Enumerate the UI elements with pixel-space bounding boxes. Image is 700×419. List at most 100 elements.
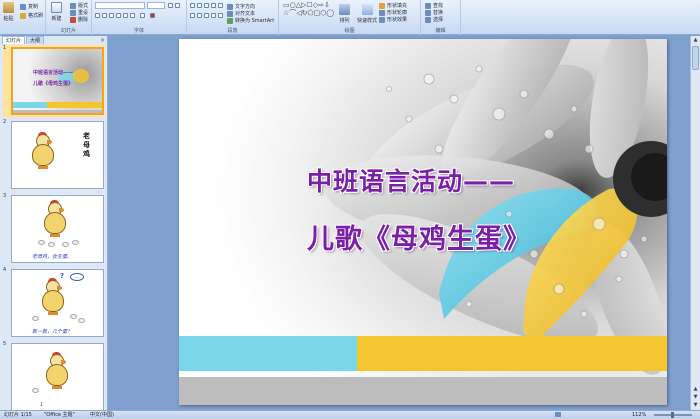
egg bbox=[48, 242, 55, 247]
delete-icon bbox=[70, 16, 76, 23]
tab-slides[interactable]: 幻灯片 bbox=[2, 36, 26, 44]
select-button[interactable]: 选择 bbox=[425, 16, 443, 23]
slide-caption: 数一数，几个蛋？ bbox=[32, 329, 73, 335]
slide-thumbnail-4[interactable]: 4 ? … 数一数，几个蛋？ bbox=[3, 267, 105, 339]
egg bbox=[32, 316, 39, 321]
bold-icon[interactable] bbox=[95, 13, 100, 18]
egg bbox=[32, 388, 39, 393]
slide-thumbnail-1[interactable]: 1 中班语言活动—— 儿歌《母鸡生蛋》 bbox=[3, 45, 105, 117]
slide-number: 3 bbox=[3, 193, 7, 199]
slide-number: 2 bbox=[3, 119, 7, 125]
indent-less-icon[interactable] bbox=[204, 3, 209, 8]
shape-outline-button[interactable]: 形状轮廓 bbox=[379, 9, 407, 16]
italic-icon[interactable] bbox=[102, 13, 107, 18]
copy-button[interactable]: 复制 bbox=[20, 3, 38, 10]
editing-group: 查找 替换 选择 编辑 bbox=[421, 0, 461, 35]
align-right-icon[interactable] bbox=[204, 13, 209, 18]
quick-styles-icon bbox=[361, 4, 373, 15]
layout-icon bbox=[70, 2, 76, 9]
reset-button[interactable]: 重设 bbox=[70, 9, 88, 16]
delete-slide-button[interactable]: 删除 bbox=[70, 16, 88, 23]
shadow-icon[interactable] bbox=[123, 13, 128, 18]
scroll-thumb[interactable] bbox=[692, 46, 699, 70]
new-slide-button[interactable]: 新建 bbox=[51, 2, 62, 22]
paste-icon bbox=[3, 2, 14, 13]
thumbnail-preview: ? … 数一数，几个蛋？ bbox=[11, 269, 104, 337]
slide-title-line2[interactable]: 儿歌《母鸡生蛋》 bbox=[307, 217, 531, 256]
current-slide[interactable]: 中班语言活动—— 儿歌《母鸡生蛋》 bbox=[179, 39, 667, 405]
numbering-icon[interactable] bbox=[197, 3, 202, 8]
vertical-title: 老 母 鸡 bbox=[82, 132, 91, 159]
mini-cyan-bar bbox=[13, 102, 47, 108]
clipboard-group: 粘贴 复制 格式刷 bbox=[0, 0, 46, 35]
slide-number: 1 bbox=[3, 45, 7, 51]
layout-button[interactable]: 版式 bbox=[70, 2, 88, 9]
new-slide-icon bbox=[51, 2, 62, 13]
smartart-button[interactable]: 转换为 SmartArt bbox=[227, 17, 274, 24]
shrink-font-icon[interactable] bbox=[175, 3, 180, 8]
strikethrough-icon[interactable] bbox=[116, 13, 121, 18]
pane-tabs: 幻灯片 大纲 bbox=[2, 36, 45, 44]
slide-number: 4 bbox=[3, 267, 7, 273]
replace-icon bbox=[425, 9, 431, 16]
font-family-select[interactable] bbox=[95, 2, 145, 9]
mini-gray-bar bbox=[13, 110, 102, 113]
text-direction-button[interactable]: 文字方向 bbox=[227, 3, 255, 10]
shape-effects-button[interactable]: 形状效果 bbox=[379, 16, 407, 23]
decorative-yellow-bar bbox=[357, 336, 667, 371]
paste-button[interactable]: 粘贴 bbox=[3, 2, 14, 22]
next-slide-icon[interactable]: ▼ bbox=[692, 394, 699, 401]
language-indicator[interactable]: 中文(中国) bbox=[90, 411, 114, 419]
indent-more-icon[interactable] bbox=[211, 3, 216, 8]
align-left-icon[interactable] bbox=[190, 13, 195, 18]
slide-thumbnail-3[interactable]: 3 老母鸡，会生蛋。 bbox=[3, 193, 105, 265]
scroll-up-icon[interactable]: ▲ bbox=[692, 37, 699, 44]
replace-button[interactable]: 替换 bbox=[425, 9, 443, 16]
slideshow-icon[interactable] bbox=[555, 412, 561, 417]
bullets-icon[interactable] bbox=[190, 3, 195, 8]
smartart-icon bbox=[227, 17, 233, 24]
change-case-icon[interactable] bbox=[140, 13, 145, 18]
shapes-gallery[interactable]: ▭○△▷☐◇⇨⇩ bbox=[283, 2, 330, 9]
spacing-icon[interactable] bbox=[130, 13, 135, 18]
line-spacing-icon[interactable] bbox=[218, 3, 223, 8]
effects-icon bbox=[379, 16, 385, 23]
question-mark: ? bbox=[60, 272, 65, 280]
vertical-scrollbar[interactable]: ▲ ▲ ▼ ▼ bbox=[690, 36, 700, 410]
outline-icon bbox=[379, 9, 385, 16]
arrange-button[interactable]: 排列 bbox=[339, 4, 350, 24]
quick-styles-button[interactable]: 快速样式 bbox=[357, 4, 377, 24]
font-color-icon[interactable] bbox=[150, 13, 155, 18]
slide-thumbnail-5[interactable]: 5 1 bbox=[3, 341, 105, 413]
shapes-gallery-row2[interactable]: ☆⌒◁↻⬠▢⬡◯ bbox=[283, 10, 334, 17]
hen-illustration bbox=[38, 278, 68, 318]
close-icon[interactable]: × bbox=[100, 37, 105, 44]
tab-outline[interactable]: 大纲 bbox=[26, 36, 45, 44]
shape-fill-button[interactable]: 形状填充 bbox=[379, 2, 407, 9]
format-painter-button[interactable]: 格式刷 bbox=[20, 12, 43, 19]
underline-icon[interactable] bbox=[109, 13, 114, 18]
slide-count: 幻灯片 1/15 bbox=[4, 412, 32, 418]
find-button[interactable]: 查找 bbox=[425, 2, 443, 9]
text-direction-icon bbox=[227, 3, 233, 10]
columns-icon[interactable] bbox=[218, 13, 223, 18]
align-center-icon[interactable] bbox=[197, 13, 202, 18]
justify-icon[interactable] bbox=[211, 13, 216, 18]
thumbnail-preview: 中班语言活动—— 儿歌《母鸡生蛋》 bbox=[11, 47, 104, 115]
scroll-down-icon[interactable]: ▼ bbox=[692, 402, 699, 409]
slides-group: 新建 版式 重设 删除 幻灯片 bbox=[46, 0, 92, 35]
align-text-icon bbox=[227, 10, 233, 17]
previous-slide-icon[interactable]: ▲ bbox=[692, 386, 699, 393]
slide-thumbnail-2[interactable]: 2 老 母 鸡 bbox=[3, 119, 105, 191]
zoom-slider-knob[interactable] bbox=[671, 412, 674, 418]
zoom-level[interactable]: 112% bbox=[632, 411, 646, 419]
font-size-select[interactable] bbox=[147, 2, 165, 9]
hen-illustration bbox=[42, 352, 72, 392]
hen-illustration bbox=[28, 132, 58, 172]
align-text-button[interactable]: 对齐文本 bbox=[227, 10, 255, 17]
slide-canvas: 中班语言活动—— 儿歌《母鸡生蛋》 bbox=[109, 36, 700, 410]
grow-font-icon[interactable] bbox=[168, 3, 173, 8]
slide-title-line1[interactable]: 中班语言活动—— bbox=[307, 162, 515, 198]
mini-title-line1: 中班语言活动—— bbox=[33, 70, 74, 76]
egg bbox=[38, 240, 45, 245]
